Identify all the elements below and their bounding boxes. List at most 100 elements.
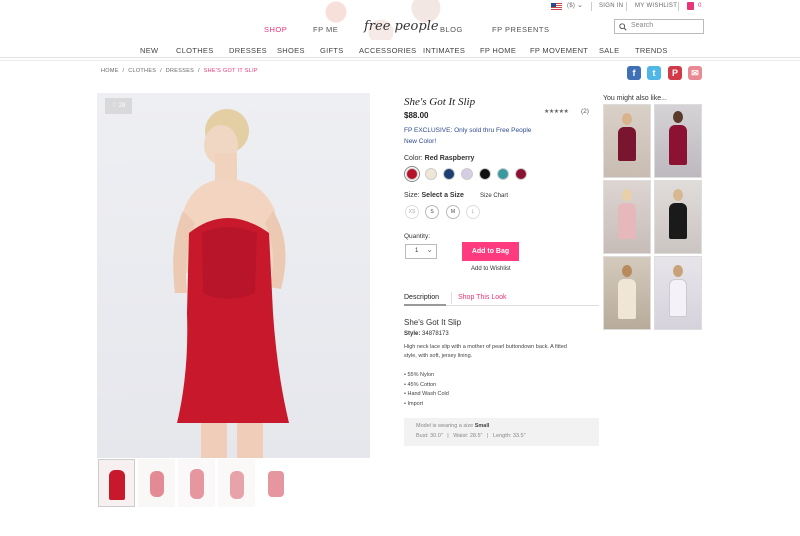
breadcrumb-separator: / [197,68,200,74]
product-thumbnail[interactable] [178,459,215,507]
model-waist: Waist: 28.5" [453,433,483,439]
nav-fp-me[interactable]: FP ME [313,25,338,34]
nav-fp-movement[interactable]: FP MOVEMENT [530,46,588,55]
color-swatch-teal[interactable] [497,168,509,180]
quantity-value: 1 [415,248,419,254]
size-label: Size: Select a Size [404,192,464,199]
facebook-icon[interactable]: f [627,66,641,80]
color-swatch-lavender[interactable] [461,168,473,180]
nav-shoes[interactable]: SHOES [277,46,305,55]
nav-fp-presents[interactable]: FP PRESENTS [492,25,549,34]
recommendation-item[interactable] [603,104,651,178]
nav-blog[interactable]: BLOG [440,25,463,34]
model-length: Length: 33.5" [492,433,526,439]
twitter-icon[interactable]: t [647,66,661,80]
tab-description[interactable]: Description [404,294,439,301]
new-color-note: New Color! [404,138,437,145]
breadcrumb-home[interactable]: HOME [101,68,119,74]
description-title: She's Got It Slip [404,318,462,327]
breadcrumb-dresses[interactable]: DRESSES [166,68,194,74]
review-count[interactable]: (2) [581,108,589,115]
style-value: 34878173 [422,331,449,337]
recommendation-item[interactable] [603,256,651,330]
color-swatch-ivory[interactable] [425,168,437,180]
nav-shop[interactable]: SHOP [264,25,287,34]
add-to-bag-button[interactable]: Add to Bag [462,242,519,261]
recommendation-item[interactable] [603,180,651,254]
email-icon[interactable]: ✉ [688,66,702,80]
size-option-m[interactable]: M [446,205,460,219]
my-wishlist-link[interactable]: MY WISHLIST [635,3,677,9]
search-icon [619,23,627,31]
nav-sale[interactable]: SALE [599,46,619,55]
size-value: Select a Size [421,192,464,199]
list-item: • Hand Wash Cold [404,391,449,397]
chevron-down-icon[interactable]: ⌄ [577,1,583,9]
heart-icon: ♡ [111,103,118,109]
quantity-label: Quantity: [404,233,431,240]
tab-divider [451,292,452,304]
search-placeholder: Search [631,22,654,29]
bag-count[interactable]: 0 [698,3,702,9]
description-text: style, with soft, jersey lining. [404,353,473,359]
exclusive-note: FP EXCLUSIVE: Only sold thru Free People [404,127,532,134]
size-option-l[interactable]: L [466,205,480,219]
model-size-value: Small [474,423,490,429]
product-thumbnail[interactable] [258,459,295,507]
us-flag-icon[interactable] [551,3,562,10]
favorite-button[interactable]: ♡ 29 [105,98,132,114]
list-item: • 55% Nylon [404,372,435,378]
size-chart-link[interactable]: Size Chart [480,193,508,199]
size-option-s[interactable]: S [425,205,439,219]
nav-new[interactable]: NEW [140,46,158,55]
nav-accessories[interactable]: ACCESSORIES [359,46,416,55]
model-bust: Bust: 30.0" [416,433,443,439]
nav-trends[interactable]: TRENDS [635,46,668,55]
pinterest-icon[interactable]: P [668,66,682,80]
model-size-prefix: Model is wearing a size [416,423,474,429]
rating-stars[interactable]: ★★★★★ [544,108,569,115]
tab-shop-this-look[interactable]: Shop This Look [458,294,507,301]
nav-dresses[interactable]: DRESSES [229,46,267,55]
shopping-bag-icon[interactable] [687,2,694,10]
model-size-info: Model is wearing a size Small Bust: 30.0… [404,418,599,446]
product-thumbnail[interactable] [98,459,135,507]
recommendation-item[interactable] [654,180,702,254]
nav-divider [0,60,800,61]
size-label-text: Size: [404,192,420,199]
list-item: • 45% Cotton [404,381,437,388]
product-photo [173,109,289,458]
description-text: High neck lace slip with a mother of pea… [404,344,567,350]
search-input[interactable]: Search [614,19,704,34]
chevron-down-icon: ⌄ [426,245,433,254]
product-main-image[interactable]: ♡ 29 [97,93,370,458]
color-swatch-red-raspberry[interactable] [406,168,418,180]
sign-in-link[interactable]: SIGN IN [599,3,623,9]
quantity-select[interactable]: 1 ⌄ [405,244,437,259]
product-thumbnail[interactable] [138,459,175,507]
divider [626,2,627,11]
site-header: ($) ⌄ SIGN IN MY WISHLIST 0 SHOP FP ME f… [0,0,800,62]
currency-selector[interactable]: ($) [567,3,575,9]
nav-gifts[interactable]: GIFTS [320,46,344,55]
product-thumbnail[interactable] [218,459,255,507]
add-to-wishlist-link[interactable]: Add to Wishlist [471,266,511,272]
color-label: Color: Red Raspberry [404,155,474,162]
nav-intimates[interactable]: INTIMATES [423,46,465,55]
size-option-xs[interactable]: XS [405,205,419,219]
list-item: • Import [404,400,424,407]
breadcrumb-separator: / [160,68,162,74]
color-swatch-wine[interactable] [515,168,527,180]
nav-fp-home[interactable]: FP HOME [480,46,516,55]
recommendation-item[interactable] [654,104,702,178]
breadcrumb-clothes[interactable]: CLOTHES [128,68,156,74]
breadcrumb-separator: / [122,68,125,74]
free-people-logo[interactable]: free people [364,19,439,34]
nav-divider [0,57,800,58]
style-label: Style: [404,331,421,337]
nav-clothes[interactable]: CLOTHES [176,46,214,55]
recommendation-item[interactable] [654,256,702,330]
color-swatch-navy[interactable] [443,168,455,180]
color-swatch-black[interactable] [479,168,491,180]
divider [591,2,592,11]
